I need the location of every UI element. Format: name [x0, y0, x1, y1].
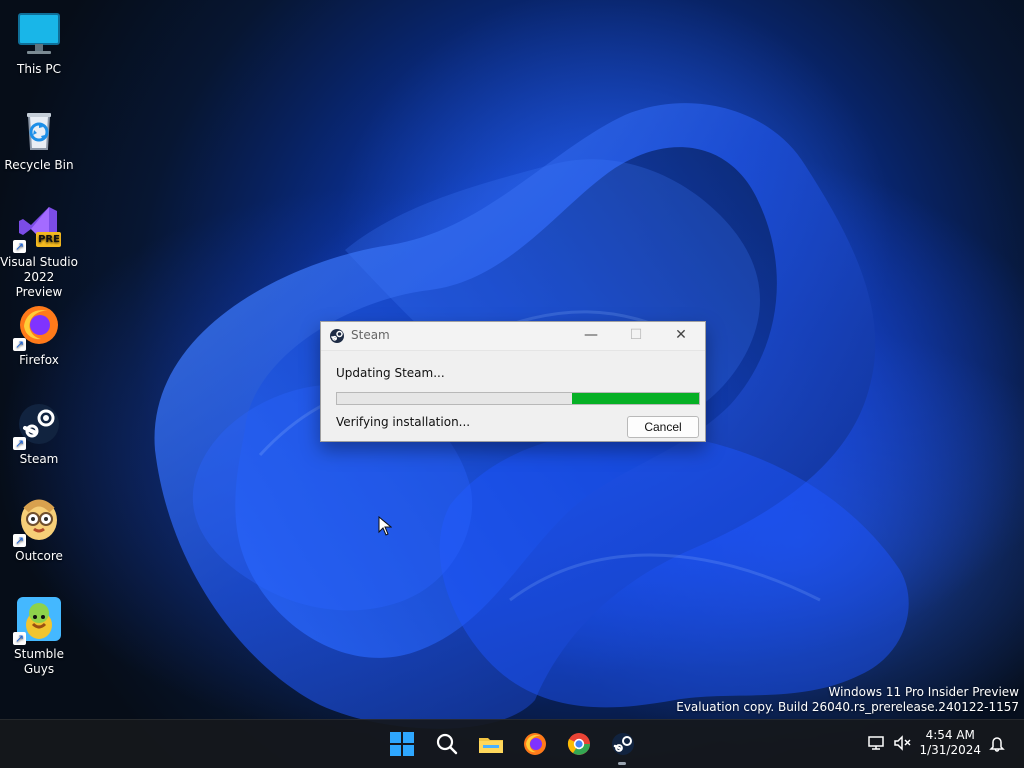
verifying-label: Verifying installation...: [336, 415, 471, 429]
close-button[interactable]: ✕: [658, 322, 704, 350]
chrome-icon: [567, 733, 590, 755]
steam-logo-icon: [329, 328, 345, 344]
folder-icon: [479, 738, 503, 753]
taskbar: 4:54 AM 1/31/2024: [0, 719, 1024, 768]
shortcut-arrow-icon: ↗: [13, 240, 26, 253]
visual-studio-icon: PRE ↗: [13, 203, 63, 253]
steam-icon: ↗: [13, 400, 63, 450]
firefox-taskbar-button[interactable]: [521, 730, 549, 758]
desktop-label-recycle-bin: Recycle Bin: [4, 158, 74, 172]
progress-fill: [572, 393, 699, 404]
desktop-label-firefox: Firefox: [19, 353, 59, 367]
firefox-icon: [524, 733, 546, 755]
monitor-icon: [15, 10, 63, 58]
network-icon: [868, 736, 884, 750]
steam-taskbar-button[interactable]: [609, 730, 637, 758]
watermark-line-1: Windows 11 Pro Insider Preview: [828, 685, 1019, 699]
stumble-guys-icon: ↗: [13, 595, 63, 645]
shortcut-arrow-icon: ↗: [13, 338, 26, 351]
desktop-label-stumble-guys: Stumble Guys: [14, 647, 64, 676]
clock[interactable]: 4:54 AM 1/31/2024: [919, 728, 981, 758]
updating-label: Updating Steam...: [336, 366, 445, 380]
volume-button[interactable]: [893, 734, 911, 752]
desktop-icon-stumble-guys[interactable]: ↗ Stumble Guys: [0, 595, 78, 677]
clock-date: 1/31/2024: [919, 743, 981, 757]
update-progress-bar: [336, 392, 700, 405]
firefox-icon: ↗: [13, 301, 63, 351]
network-button[interactable]: [867, 734, 885, 752]
shortcut-arrow-icon: ↗: [13, 437, 26, 450]
notifications-button[interactable]: [988, 734, 1006, 752]
minimize-button[interactable]: —: [568, 322, 614, 350]
active-app-indicator: [618, 762, 626, 765]
desktop-icon-outcore[interactable]: ↗ Outcore: [0, 497, 78, 564]
outcore-icon: ↗: [13, 497, 63, 547]
maximize-button: ☐: [629, 327, 643, 343]
bell-icon: [989, 737, 1005, 752]
volume-muted-icon: [894, 735, 911, 751]
desktop-icon-firefox[interactable]: ↗ Firefox: [0, 301, 78, 368]
shortcut-arrow-icon: ↗: [13, 632, 26, 645]
desktop-icon-this-pc[interactable]: This PC: [0, 10, 78, 77]
chrome-taskbar-button[interactable]: [565, 730, 593, 758]
desktop-icon-visual-studio[interactable]: PRE ↗ Visual Studio 2022 Preview: [0, 203, 78, 300]
clock-time: 4:54 AM: [925, 728, 975, 742]
steam-icon: [612, 733, 634, 755]
windows-watermark: Windows 11 Pro Insider Preview Evaluatio…: [676, 685, 1019, 715]
desktop-label-outcore: Outcore: [15, 549, 63, 563]
search-icon: [436, 733, 458, 755]
cancel-button[interactable]: Cancel: [627, 416, 699, 438]
file-explorer-button[interactable]: [477, 730, 505, 758]
desktop-label-visual-studio-line2: 2022 Preview: [15, 270, 63, 299]
dialog-titlebar[interactable]: Steam — ☐ ✕: [321, 322, 705, 351]
recycle-bin-icon: [15, 106, 63, 154]
search-button[interactable]: [433, 730, 461, 758]
windows-start-icon: [390, 732, 414, 756]
steam-update-dialog: Steam — ☐ ✕ Updating Steam... Verifying …: [320, 321, 706, 442]
desktop-icon-steam[interactable]: ↗ Steam: [0, 400, 78, 467]
watermark-line-2: Evaluation copy. Build 26040.rs_prerelea…: [676, 700, 1019, 714]
desktop-label-this-pc: This PC: [17, 62, 61, 76]
desktop-label-steam: Steam: [19, 452, 59, 466]
pre-badge: PRE: [38, 234, 60, 245]
desktop-label-visual-studio-line1: Visual Studio: [0, 255, 78, 269]
dialog-title: Steam: [351, 328, 390, 342]
desktop-icon-recycle-bin[interactable]: Recycle Bin: [0, 106, 78, 173]
mouse-cursor-icon: [378, 515, 393, 536]
start-button[interactable]: [388, 730, 416, 758]
shortcut-arrow-icon: ↗: [13, 534, 26, 547]
